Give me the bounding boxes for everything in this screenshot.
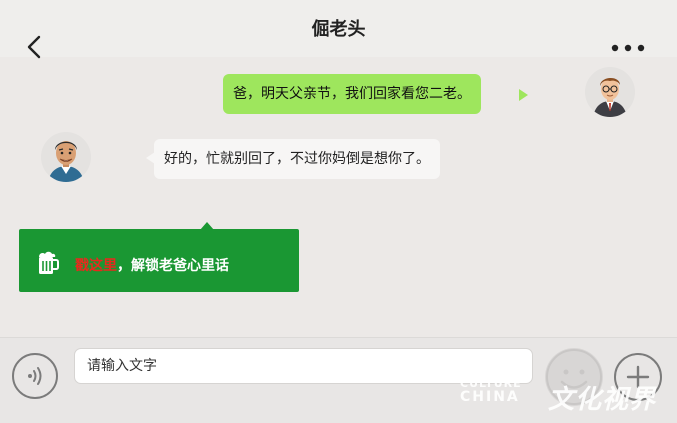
voice-button[interactable] xyxy=(12,353,58,399)
avatar[interactable] xyxy=(585,67,635,117)
watermark-latin-bottom: CHINA xyxy=(460,389,520,405)
incoming-message[interactable]: 好的，忙就别回了，不过你妈倒是想你了。 xyxy=(154,139,440,179)
more-horizontal-icon[interactable] xyxy=(610,42,646,54)
outgoing-bubble-tail xyxy=(519,89,528,101)
avatar[interactable] xyxy=(41,132,91,182)
promo-highlight[interactable]: 戳这里 xyxy=(75,258,117,274)
voice-icon xyxy=(28,367,42,385)
promo-text[interactable]: 戳这里，解锁老爸心里话 xyxy=(75,255,229,275)
promo-card[interactable]: 戳这里，解锁老爸心里话 xyxy=(19,229,299,292)
chat-header: 倔老头 xyxy=(0,0,677,59)
father-avatar-icon xyxy=(41,132,91,182)
chat-title: 倔老头 xyxy=(311,19,366,40)
watermark-cjk: 文化视界 xyxy=(548,385,657,415)
watermark-logo: CULTURE CHINA 文化视界 xyxy=(456,377,666,415)
son-avatar-icon xyxy=(585,67,635,117)
promo-label: ，解锁老爸心里话 xyxy=(117,258,229,274)
outgoing-message[interactable]: 爸，明天父亲节，我们回家看您二老。 xyxy=(223,74,481,114)
beer-mug-icon xyxy=(39,251,59,274)
